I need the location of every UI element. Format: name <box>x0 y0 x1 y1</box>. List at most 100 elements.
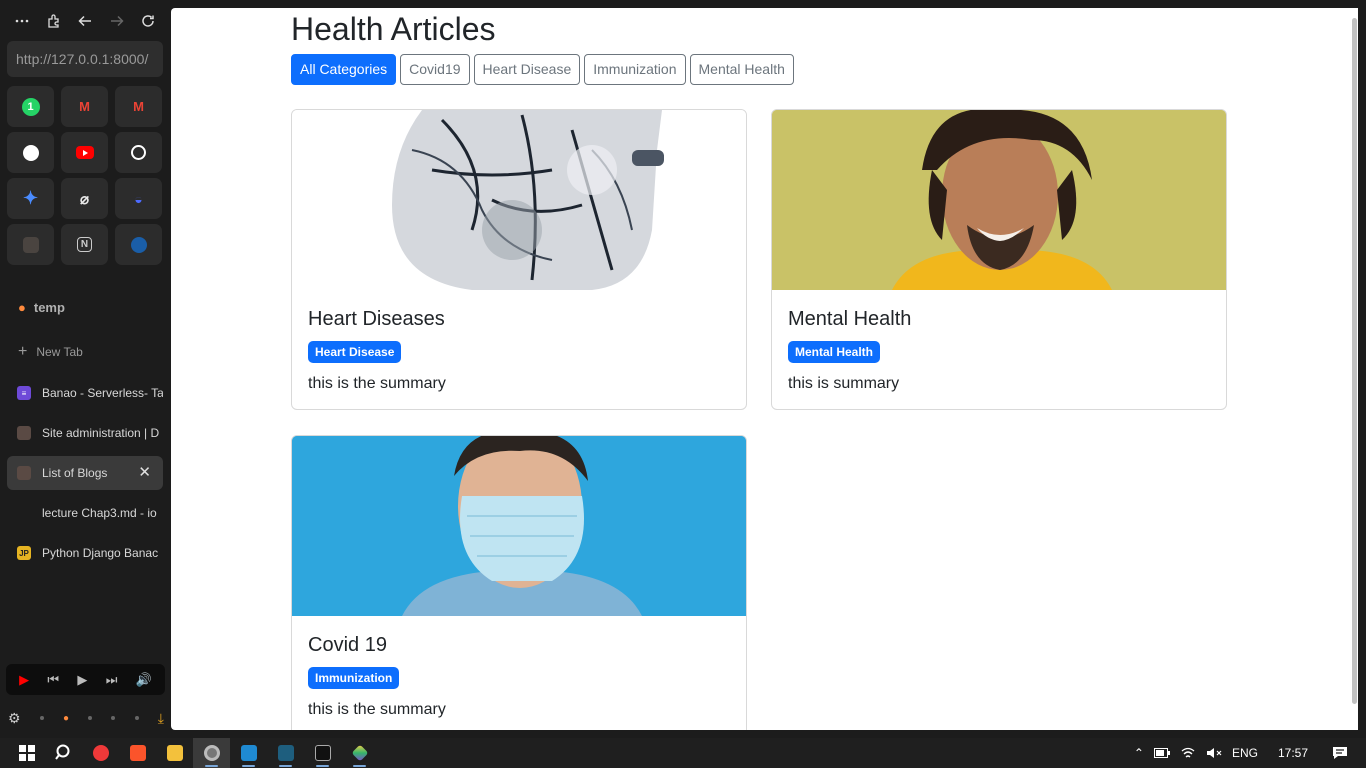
media-controls: ▶ ⏮ ▶ ⏭ 🔊 <box>6 664 165 695</box>
space-dot-icon[interactable] <box>39 716 44 720</box>
category-badge: Mental Health <box>788 341 881 363</box>
tab-title: lecture Chap3.md - io <box>42 506 157 520</box>
extensions-icon[interactable] <box>44 11 64 31</box>
article-card[interactable]: Heart Diseases Heart Disease this is the… <box>291 109 747 410</box>
windows-taskbar: ⌃ ENG 17:57 <box>0 738 1366 768</box>
pinned-gemini[interactable]: ✦ <box>7 178 54 219</box>
jp-favicon-icon: JP <box>17 546 31 560</box>
play-icon[interactable]: ▶ <box>77 672 87 688</box>
scroll-thumb[interactable] <box>1352 18 1357 704</box>
pinned-gmail-1[interactable]: M <box>61 86 108 127</box>
back-icon[interactable] <box>75 11 95 31</box>
vscode-icon[interactable] <box>230 738 267 768</box>
previous-track-icon[interactable]: ⏮ <box>47 672 59 688</box>
brave-icon[interactable] <box>119 738 156 768</box>
github-icon <box>22 144 39 161</box>
pinned-whatsapp[interactable]: 1 <box>7 86 54 127</box>
download-icon[interactable]: ⤓ <box>158 710 164 727</box>
space-dot-icon[interactable] <box>111 716 116 720</box>
volume-icon[interactable]: 🔊 <box>136 672 152 688</box>
tab-python-django[interactable]: JP Python Django Banac <box>7 536 163 570</box>
site-favicon-icon <box>17 466 31 480</box>
pinned-deepseek[interactable]: ◒ <box>115 178 162 219</box>
tab-title: Python Django Banac <box>42 546 159 560</box>
language-indicator[interactable]: ENG <box>1232 746 1258 760</box>
pinned-gmail-2[interactable]: M <box>115 86 162 127</box>
new-tab-label: New Tab <box>36 345 83 359</box>
wifi-icon[interactable] <box>1180 746 1196 760</box>
next-track-icon[interactable]: ⏭ <box>106 672 118 688</box>
tab-folder-temp[interactable]: ● temp <box>18 300 65 315</box>
pycharm-icon[interactable] <box>267 738 304 768</box>
pinned-app[interactable] <box>7 224 54 265</box>
notifications-icon[interactable] <box>1332 746 1348 760</box>
filter-heart-disease[interactable]: Heart Disease <box>473 54 581 85</box>
article-summary: this is the summary <box>308 375 446 392</box>
filter-covid19[interactable]: Covid19 <box>400 54 470 85</box>
tab-list-of-blogs[interactable]: List of Blogs ✕ <box>7 456 163 490</box>
url-bar[interactable]: http://127.0.0.1:8000/ <box>7 41 163 77</box>
page-scrollbar[interactable] <box>1350 8 1358 730</box>
pinned-github[interactable] <box>7 132 54 173</box>
close-tab-icon[interactable]: ✕ <box>138 465 151 480</box>
pinned-perplexity[interactable]: ⌀ <box>61 178 108 219</box>
tab-banao[interactable]: ≡ Banao - Serverless- Ta <box>7 376 163 410</box>
masked-man-image <box>292 436 746 616</box>
pinned-sites-grid: 1 M M ✦ ⌀ ◒ N <box>7 86 163 265</box>
space-dot-icon[interactable] <box>88 716 93 720</box>
browser-nav-row <box>8 8 164 34</box>
django-favicon-icon <box>17 426 31 440</box>
youtube-icon[interactable]: ▶ <box>19 672 29 688</box>
settings-gear-icon[interactable]: ⚙ <box>8 710 21 727</box>
gmail-icon: M <box>79 99 90 114</box>
tab-site-admin[interactable]: Site administration | D <box>7 416 163 450</box>
filter-immunization[interactable]: Immunization <box>584 54 686 85</box>
article-card[interactable]: Mental Health Mental Health this is summ… <box>771 109 1227 410</box>
list-favicon-icon: ≡ <box>17 386 31 400</box>
notion-icon: N <box>77 237 92 252</box>
new-tab-button[interactable]: + New Tab <box>18 343 83 361</box>
article-title[interactable]: Covid 19 <box>308 634 730 657</box>
terminal-icon[interactable] <box>304 738 341 768</box>
peach-space-icon[interactable]: ● <box>63 713 69 724</box>
clock[interactable]: 17:57 <box>1278 746 1308 760</box>
tab-lecture[interactable]: lecture Chap3.md - io <box>7 496 163 530</box>
reload-icon[interactable] <box>138 11 158 31</box>
pinned-chatgpt[interactable] <box>115 132 162 173</box>
pinned-youtube[interactable] <box>61 132 108 173</box>
filter-all-categories[interactable]: All Categories <box>291 54 397 85</box>
tab-title: List of Blogs <box>42 466 108 480</box>
category-badge: Heart Disease <box>308 341 402 363</box>
file-explorer-icon[interactable] <box>156 738 193 768</box>
space-dot-icon[interactable] <box>134 716 139 720</box>
git-app-icon[interactable] <box>341 738 378 768</box>
vivaldi-icon[interactable] <box>82 738 119 768</box>
plus-icon: + <box>18 343 28 360</box>
forward-icon[interactable] <box>107 11 127 31</box>
youtube-icon <box>75 146 94 159</box>
more-menu-icon[interactable] <box>12 11 32 31</box>
article-title[interactable]: Heart Diseases <box>308 308 730 331</box>
search-icon[interactable] <box>45 738 82 768</box>
sidebar-footer: ⚙ ● ⤓ <box>8 708 164 728</box>
deepseek-icon: ◒ <box>134 190 143 207</box>
article-summary: this is the summary <box>308 701 446 718</box>
article-summary: this is summary <box>788 375 900 392</box>
perplexity-icon: ⌀ <box>79 190 90 208</box>
chevron-up-icon[interactable]: ⌃ <box>1134 746 1144 760</box>
page-title: Health Articles <box>291 11 496 47</box>
tab-title: Site administration | D <box>42 426 160 440</box>
pinned-notion[interactable]: N <box>61 224 108 265</box>
pinned-browser[interactable] <box>115 224 162 265</box>
folder-label: temp <box>33 300 65 315</box>
arc-browser-icon[interactable] <box>193 738 230 768</box>
category-filters: All Categories Covid19 Heart Disease Imm… <box>291 54 794 85</box>
windows-start-icon[interactable] <box>8 738 45 768</box>
battery-icon[interactable] <box>1153 746 1170 760</box>
article-card[interactable]: Covid 19 Immunization this is the summar… <box>291 435 747 730</box>
doc-favicon-icon <box>17 506 31 520</box>
filter-mental-health[interactable]: Mental Health <box>689 54 794 85</box>
app-icon <box>22 236 39 253</box>
muted-speaker-icon[interactable] <box>1206 746 1222 760</box>
article-title[interactable]: Mental Health <box>788 308 1210 331</box>
